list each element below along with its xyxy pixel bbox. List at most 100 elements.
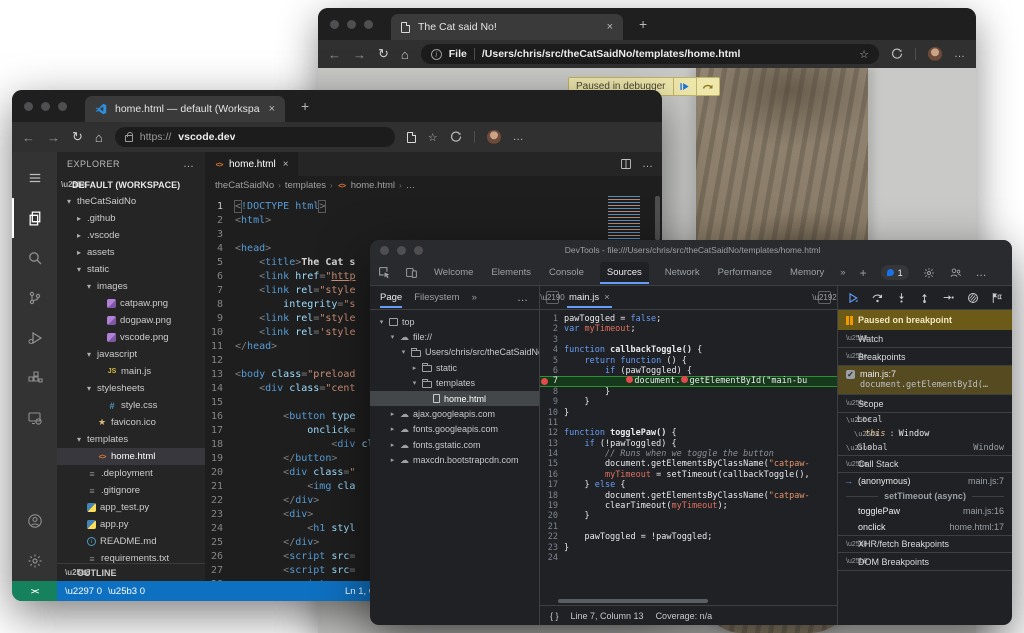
line-number[interactable]: 8: [540, 387, 564, 397]
devtools-menu-icon[interactable]: …: [976, 267, 988, 279]
breadcrumb-item[interactable]: …: [406, 180, 416, 191]
collections-icon[interactable]: [450, 131, 462, 143]
forward-icon[interactable]: →: [47, 130, 60, 145]
home-icon[interactable]: ⌂: [401, 47, 409, 62]
inspect-element-icon[interactable]: [378, 266, 391, 279]
resume-script-icon[interactable]: [847, 292, 859, 304]
reload-icon[interactable]: ↻: [378, 46, 389, 62]
accounts-icon[interactable]: [12, 501, 57, 541]
line-number[interactable]: 13: [540, 439, 564, 449]
tree-item--deployment[interactable]: ≡ .deployment: [57, 465, 205, 482]
line-number[interactable]: 4: [540, 345, 564, 355]
navigator-item-file-[interactable]: ▾ ☁ file://: [370, 329, 539, 344]
tree-item-vscode-png[interactable]: vscode.png: [57, 329, 205, 346]
tree-item--github[interactable]: ▸ .github: [57, 210, 205, 227]
workspace-section-header[interactable]: \u25be DEFAULT (WORKSPACE): [57, 176, 205, 193]
more-tabs-icon[interactable]: »: [840, 267, 845, 278]
callstack-frame[interactable]: → (anonymous) main.js:7: [838, 473, 1012, 489]
collections-icon[interactable]: [891, 48, 903, 60]
xhr-breakpoints-section-header[interactable]: \u25b8 XHR/fetch Breakpoints: [838, 535, 1012, 553]
step-icon[interactable]: [942, 292, 955, 303]
editor-tab-home-html[interactable]: <> home.html ×: [205, 152, 299, 176]
explorer-actions-icon[interactable]: …: [183, 158, 195, 170]
tab-close-icon[interactable]: ×: [607, 21, 613, 33]
tree-item-static[interactable]: ▾ static: [57, 261, 205, 278]
navigator-item-ajax-googleapis-com[interactable]: ▸ ☁ ajax.googleapis.com: [370, 406, 539, 421]
tree-item-javascript[interactable]: ▾ javascript: [57, 346, 205, 363]
errors-indicator[interactable]: \u2297 0: [65, 586, 102, 597]
devtools-tab-sources[interactable]: Sources: [599, 262, 649, 284]
favorite-icon[interactable]: ☆: [859, 48, 869, 61]
navigator-item-fonts-googleapis-com[interactable]: ▸ ☁ fonts.googleapis.com: [370, 422, 539, 437]
devtools-tab-network[interactable]: Network: [663, 262, 702, 283]
favorite-icon[interactable]: ☆: [428, 131, 438, 144]
tab-close-icon[interactable]: ×: [269, 103, 275, 115]
back-icon[interactable]: ←: [328, 47, 341, 62]
braces-icon[interactable]: { }: [550, 611, 559, 621]
tree-item--vscode[interactable]: ▸ .vscode: [57, 227, 205, 244]
browser-menu-icon[interactable]: …: [954, 48, 966, 60]
hide-debugger-icon[interactable]: \u2192: [812, 291, 837, 304]
devtools-settings-icon[interactable]: [923, 267, 935, 279]
remote-indicator[interactable]: ><: [12, 581, 57, 601]
devtools-tab-elements[interactable]: Elements: [489, 262, 533, 283]
search-icon[interactable]: [12, 238, 57, 278]
warnings-indicator[interactable]: \u25b3 0: [108, 586, 145, 597]
breakpoint-dot-icon[interactable]: [541, 378, 548, 386]
line-number[interactable]: 17: [540, 480, 564, 490]
navigator-item-templates[interactable]: ▾ templates: [370, 376, 539, 391]
window-controls[interactable]: [24, 101, 67, 111]
minimap[interactable]: [606, 196, 652, 242]
remote-explorer-icon[interactable]: [12, 398, 57, 438]
line-number[interactable]: 6: [540, 366, 564, 376]
tree-item-requirements-txt[interactable]: ≡ requirements.txt: [57, 550, 205, 563]
tree-item-templates[interactable]: ▾ templates: [57, 431, 205, 448]
tree-item-favicon-ico[interactable]: ★ favicon.ico: [57, 414, 205, 431]
line-number[interactable]: 9: [540, 397, 564, 407]
settings-gear-icon[interactable]: [12, 541, 57, 581]
tab-close-icon[interactable]: ×: [604, 292, 610, 303]
browser-tab[interactable]: The Cat said No! ×: [391, 14, 623, 40]
watch-section-header[interactable]: \u25b8 Watch: [838, 330, 1012, 348]
source-control-icon[interactable]: [12, 278, 57, 318]
source-code[interactable]: 1 pawToggled = false; 2 var myTimeout; 3 4 fun…: [540, 310, 837, 597]
window-controls[interactable]: [330, 19, 373, 29]
line-number[interactable]: 2: [540, 324, 564, 334]
navigator-item-maxcdn-bootstrapcdn-com[interactable]: ▸ ☁ maxcdn.bootstrapcdn.com: [370, 453, 539, 468]
device-toolbar-icon[interactable]: [405, 266, 418, 279]
new-tab-button[interactable]: +: [639, 16, 647, 32]
line-number[interactable]: 23: [540, 543, 564, 553]
tree-item-catpaw-png[interactable]: catpaw.png: [57, 295, 205, 312]
run-debug-icon[interactable]: [12, 318, 57, 358]
line-number[interactable]: 22: [540, 532, 564, 542]
scope-this-row[interactable]: \u25b8 this: Window: [838, 427, 1012, 441]
navigator-item-top[interactable]: ▾ top: [370, 314, 539, 329]
menu-icon[interactable]: [12, 158, 57, 198]
back-icon[interactable]: ←: [22, 130, 35, 145]
dom-breakpoints-section-header[interactable]: \u25b8 DOM Breakpoints: [838, 553, 1012, 571]
navigator-tab-page[interactable]: Page: [380, 288, 403, 308]
inline-breakpoint-dot-icon[interactable]: [681, 376, 689, 384]
scope-section-header[interactable]: \u25be Scope: [838, 395, 1012, 413]
line-number[interactable]: 20: [540, 511, 564, 521]
line-number[interactable]: 1: [540, 314, 564, 324]
reload-icon[interactable]: ↻: [72, 129, 83, 145]
breadcrumb[interactable]: theCatSaidNo › templates › <> home.html ›…: [205, 176, 662, 194]
address-bar[interactable]: i File /Users/chris/src/theCatSaidNo/tem…: [420, 44, 879, 64]
home-icon[interactable]: ⌂: [95, 130, 103, 145]
reading-mode-icon[interactable]: [406, 131, 416, 143]
breakpoints-section-header[interactable]: \u25be Breakpoints: [838, 348, 1012, 366]
navigator-more-tabs-icon[interactable]: »: [472, 292, 477, 303]
line-number[interactable]: 24: [540, 553, 564, 563]
navigator-tab-filesystem[interactable]: Filesystem: [414, 288, 459, 307]
forward-icon[interactable]: →: [353, 47, 366, 62]
new-tab-button[interactable]: +: [301, 98, 309, 114]
line-number[interactable]: 5: [540, 356, 564, 366]
devtools-tab-welcome[interactable]: Welcome: [432, 262, 475, 283]
line-number[interactable]: 11: [540, 418, 564, 428]
devtools-tab-performance[interactable]: Performance: [716, 262, 774, 283]
tree-item--gitignore[interactable]: ≡ .gitignore: [57, 482, 205, 499]
line-number[interactable]: 7: [540, 376, 564, 386]
tree-item-style-css[interactable]: # style.css: [57, 397, 205, 414]
line-number[interactable]: 21: [540, 522, 564, 532]
